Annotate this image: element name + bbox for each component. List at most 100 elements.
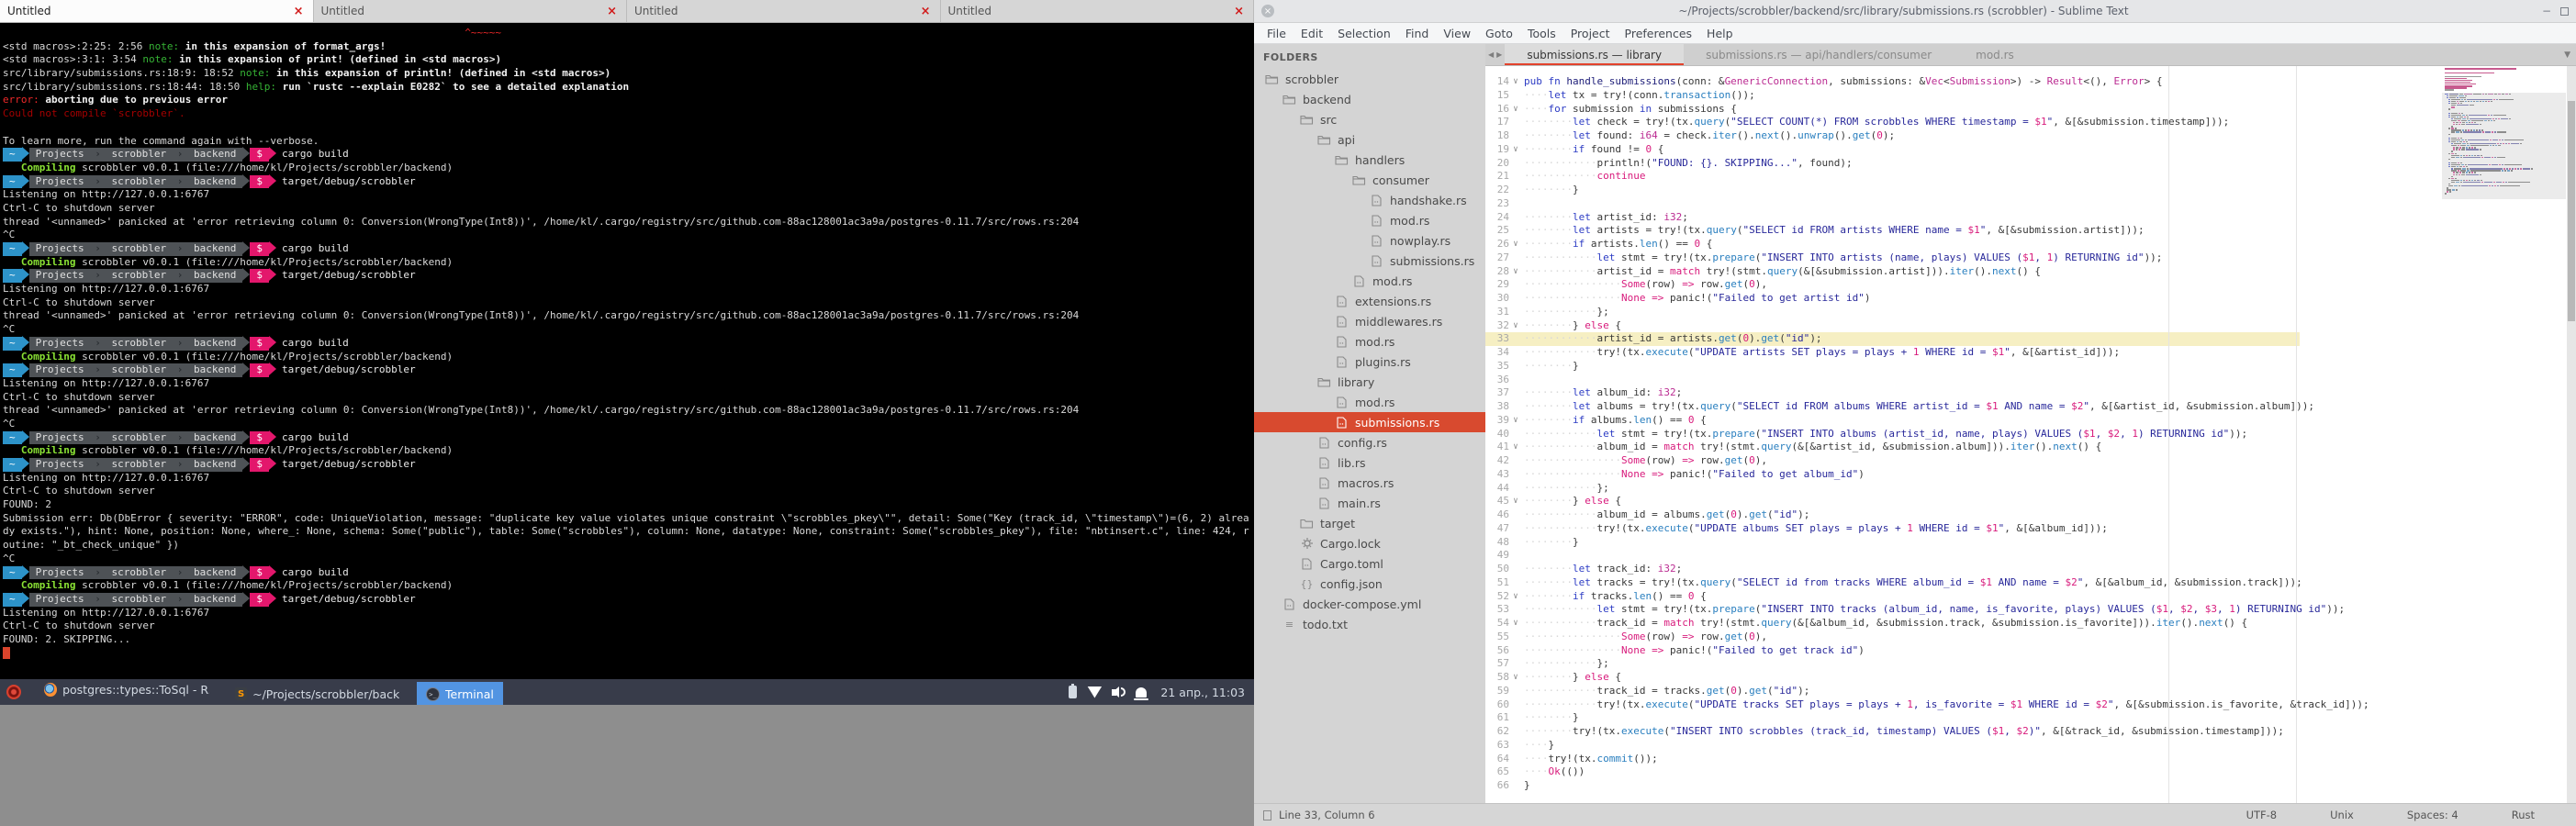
tree-item-config-json[interactable]: {}config.json	[1254, 574, 1485, 594]
menu-view[interactable]: View	[1436, 27, 1478, 40]
tree-item-src[interactable]: src	[1254, 109, 1485, 129]
wifi-icon[interactable]	[1087, 686, 1102, 698]
terminal-tab[interactable]: Untitled×	[941, 0, 1255, 22]
tab-overflow-icon[interactable]: ▼	[2559, 44, 2576, 65]
cursor-position[interactable]: Line 33, Column 6	[1279, 809, 1375, 821]
menu-file[interactable]: File	[1260, 27, 1294, 40]
fold-arrow-icon[interactable]: ∨	[1509, 617, 1522, 631]
editor-tab[interactable]: submissions.rs — api/handlers/consumer	[1684, 44, 1954, 65]
tree-item-consumer[interactable]: consumer	[1254, 170, 1485, 190]
tree-item-nowplay-rs[interactable]: nowplay.rs	[1254, 230, 1485, 251]
code-text: ············try!(tx.execute("UPDATE arti…	[1522, 346, 2120, 360]
terminal-text: Ctrl-C to shutdown server	[3, 296, 155, 308]
maximize-icon[interactable]	[2560, 7, 2569, 16]
tree-item-scrobbler[interactable]: scrobbler	[1254, 69, 1485, 89]
code-token: ));	[2145, 251, 2163, 263]
menu-project[interactable]: Project	[1563, 27, 1618, 40]
tree-item-submissions-rs[interactable]: submissions.rs	[1254, 251, 1485, 271]
tree-item-lib-rs[interactable]: lib.rs	[1254, 452, 1485, 473]
fold-arrow-icon[interactable]: ∨	[1509, 265, 1522, 279]
tab-forward-icon[interactable]: ▶	[1496, 50, 1502, 59]
tree-item-mod-rs[interactable]: mod.rs	[1254, 210, 1485, 230]
scrollbar-thumb[interactable]	[2568, 101, 2575, 321]
status-rust[interactable]: Rust	[2512, 809, 2535, 821]
clock[interactable]: 21 апр., 11:03	[1160, 686, 1245, 699]
tree-item-cargo-lock[interactable]: Cargo.lock	[1254, 533, 1485, 553]
indent-dots: ············	[1524, 685, 1596, 697]
launcher-button[interactable]	[0, 685, 28, 699]
fold-arrow-icon[interactable]: ∨	[1509, 238, 1522, 251]
battery-icon[interactable]	[1069, 686, 1077, 698]
tab-back-icon[interactable]: ◀	[1488, 50, 1494, 59]
tree-item-mod-rs[interactable]: mod.rs	[1254, 271, 1485, 291]
tree-item-mod-rs[interactable]: mod.rs	[1254, 331, 1485, 352]
fold-arrow-icon[interactable]: ∨	[1509, 103, 1522, 117]
terminal-line: ~Projects › scrobbler › backend$cargo bu…	[3, 431, 1254, 445]
tree-item-cargo-toml[interactable]: Cargo.toml	[1254, 553, 1485, 574]
tree-item-target[interactable]: target	[1254, 513, 1485, 533]
menu-edit[interactable]: Edit	[1294, 27, 1330, 40]
status-utf8[interactable]: UTF-8	[2246, 809, 2278, 821]
taskbar-window-button[interactable]: S~/Projects/scrobbler/back...	[226, 681, 409, 707]
code-token: )	[1865, 292, 1871, 304]
tree-item-api[interactable]: api	[1254, 129, 1485, 150]
taskbar-window-button[interactable]: >_Terminal	[417, 682, 503, 708]
tree-item-backend[interactable]: backend	[1254, 89, 1485, 109]
tree-item-handlers[interactable]: handlers	[1254, 150, 1485, 170]
minimize-icon[interactable]: −	[2542, 5, 2551, 17]
tree-item-main-rs[interactable]: main.rs	[1254, 493, 1485, 513]
volume-icon[interactable]	[1112, 686, 1126, 698]
tree-item-plugins-rs[interactable]: plugins.rs	[1254, 352, 1485, 372]
bell-icon[interactable]	[1136, 687, 1147, 698]
menu-find[interactable]: Find	[1398, 27, 1437, 40]
close-icon[interactable]: ×	[1232, 5, 1246, 18]
status-spaces[interactable]: Spaces: 4	[2407, 809, 2458, 821]
fold-arrow-icon[interactable]: ∨	[1509, 671, 1522, 685]
code-token: $1	[1968, 224, 1980, 236]
tree-item-middlewares-rs[interactable]: middlewares.rs	[1254, 311, 1485, 331]
minimap-viewport[interactable]	[2442, 93, 2566, 198]
tree-item-handshake-rs[interactable]: handshake.rs	[1254, 190, 1485, 210]
tree-item-library[interactable]: library	[1254, 372, 1485, 392]
gutter-spacer	[1509, 739, 1522, 753]
code-editor[interactable]: 14∨pub fn handle_submissions(conn: &Gene…	[1485, 66, 2576, 803]
statusbar-icon[interactable]	[1263, 810, 1271, 820]
terminal-tab[interactable]: Untitled×	[627, 0, 941, 22]
indent-dots: ····	[1524, 739, 1549, 751]
menu-help[interactable]: Help	[1699, 27, 1741, 40]
fold-arrow-icon[interactable]: ∨	[1509, 143, 1522, 157]
terminal-output[interactable]: ^~~~~~<std macros>:2:25: 2:56 note: in t…	[0, 23, 1254, 660]
tree-item-macros-rs[interactable]: macros.rs	[1254, 473, 1485, 493]
fold-arrow-icon[interactable]: ∨	[1509, 590, 1522, 604]
close-icon[interactable]: ×	[919, 5, 933, 18]
terminal-window[interactable]: Untitled×Untitled×Untitled×Untitled× ^~~…	[0, 0, 1254, 705]
menu-goto[interactable]: Goto	[1478, 27, 1520, 40]
terminal-tab[interactable]: Untitled×	[0, 0, 314, 22]
minimap[interactable]	[2442, 68, 2566, 803]
editor-tab[interactable]: submissions.rs — library	[1505, 44, 1684, 65]
terminal-tab[interactable]: Untitled×	[314, 0, 628, 22]
menu-tools[interactable]: Tools	[1520, 27, 1563, 40]
terminal-text: Listening on http://127.0.0.1:6767	[3, 472, 209, 484]
menu-selection[interactable]: Selection	[1330, 27, 1398, 40]
tree-item-extensions-rs[interactable]: extensions.rs	[1254, 291, 1485, 311]
tree-item-mod-rs[interactable]: mod.rs	[1254, 392, 1485, 412]
editor-tab[interactable]: mod.rs	[1954, 44, 2036, 65]
line-number: 44	[1485, 482, 1509, 496]
close-icon[interactable]: ×	[292, 5, 306, 18]
fold-arrow-icon[interactable]: ∨	[1509, 441, 1522, 454]
editor-scrollbar[interactable]	[2567, 66, 2576, 803]
fold-arrow-icon[interactable]: ∨	[1509, 414, 1522, 428]
tree-item-docker-compose-yml[interactable]: docker-compose.yml	[1254, 594, 1485, 614]
tree-item-config-rs[interactable]: config.rs	[1254, 432, 1485, 452]
menu-preferences[interactable]: Preferences	[1618, 27, 1700, 40]
close-icon[interactable]: ×	[605, 5, 619, 18]
status-unix[interactable]: Unix	[2330, 809, 2354, 821]
fold-arrow-icon[interactable]: ∨	[1509, 495, 1522, 508]
taskbar-window-button[interactable]: postgres::types::ToSql - R...	[35, 676, 218, 702]
tree-item-todo-txt[interactable]: ≡todo.txt	[1254, 614, 1485, 634]
fold-arrow-icon[interactable]: ∨	[1509, 75, 1522, 89]
fold-arrow-icon[interactable]: ∨	[1509, 319, 1522, 333]
tree-item-submissions-rs[interactable]: submissions.rs	[1254, 412, 1485, 432]
close-icon[interactable]: ×	[1261, 5, 1274, 17]
